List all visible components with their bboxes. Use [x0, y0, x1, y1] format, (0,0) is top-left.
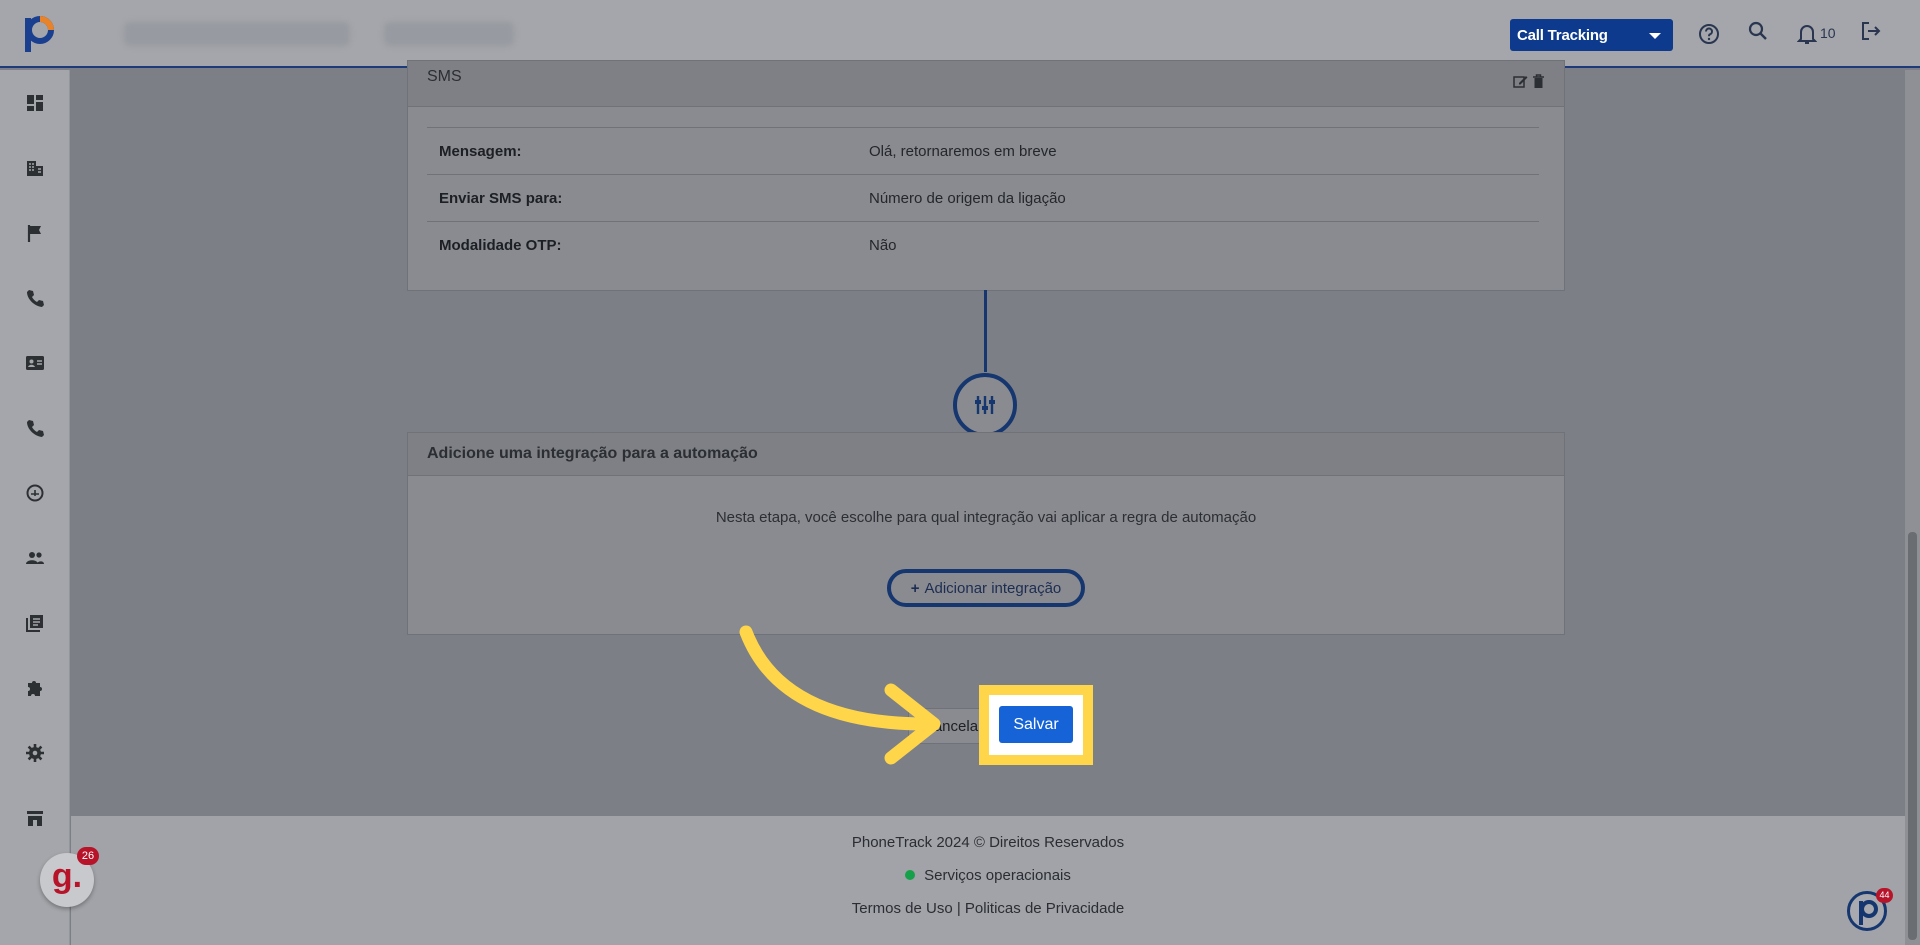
users-icon[interactable]: [25, 548, 45, 568]
gear-icon[interactable]: [25, 743, 45, 763]
contact-card-icon[interactable]: [25, 353, 45, 373]
chevron-down-icon: [1649, 33, 1661, 39]
plus-icon: +: [910, 580, 920, 597]
search-icon[interactable]: [1748, 21, 1768, 41]
chat-badge: 44: [1876, 888, 1893, 903]
save-button[interactable]: Salvar: [999, 706, 1073, 743]
phonetrack-chat-icon: [1859, 900, 1878, 925]
puzzle-icon[interactable]: [25, 678, 45, 698]
account-selector-blurred[interactable]: [124, 22, 350, 46]
sms-card-title: SMS: [427, 68, 462, 85]
flag-icon[interactable]: [25, 223, 45, 243]
integration-card-title: Adicione uma integração para a automação: [427, 445, 758, 462]
phone-icon[interactable]: [25, 288, 45, 308]
phone-call-icon[interactable]: [25, 418, 45, 438]
integration-description: Nesta etapa, você escolhe para qual inte…: [715, 509, 1257, 526]
footer-separator: |: [956, 900, 965, 917]
sms-row-send-to: Enviar SMS para: Número de origem da lig…: [427, 174, 1539, 221]
sms-row-otp: Modalidade OTP: Não: [427, 221, 1539, 268]
sms-message-value: Olá, retornaremos em breve: [869, 143, 1057, 160]
product-select-label: Call Tracking: [1517, 27, 1608, 44]
sliders-icon: [975, 396, 995, 414]
sms-row-message: Mensagem: Olá, retornaremos em breve: [427, 127, 1539, 174]
tutorial-arrow-icon: [739, 625, 941, 765]
building-icon[interactable]: [25, 158, 45, 178]
product-select[interactable]: Call Tracking: [1510, 19, 1673, 51]
sms-send-to-label: Enviar SMS para:: [439, 190, 563, 207]
trash-icon[interactable]: [1532, 74, 1545, 89]
integration-card-header: Adicione uma integração para a automação: [408, 433, 1564, 476]
top-bar: Call Tracking 10: [0, 0, 1920, 68]
store-icon[interactable]: [25, 808, 45, 828]
add-integration-label: Adicionar integração: [924, 580, 1062, 597]
status-dot-icon: [905, 870, 916, 880]
library-icon[interactable]: [25, 613, 45, 633]
sms-card: SMS Mensagem: Olá, retornaremos em breve…: [407, 60, 1565, 291]
logout-icon[interactable]: [1860, 20, 1882, 42]
bell-icon[interactable]: [1797, 23, 1817, 45]
add-integration-button[interactable]: + Adicionar integração: [887, 569, 1085, 607]
notifications-count: 10: [1820, 25, 1836, 41]
sidebar: [0, 70, 70, 945]
service-status: Serviços operacionais: [71, 867, 1905, 884]
page-scrollbar[interactable]: [1905, 70, 1920, 945]
footer-copyright: PhoneTrack 2024 © Direitos Reservados: [851, 834, 1125, 851]
terms-link[interactable]: Termos de Uso: [852, 900, 953, 917]
dashboard-icon[interactable]: [25, 93, 45, 113]
sms-send-to-value: Número de origem da ligação: [869, 190, 1066, 207]
sms-card-header: SMS: [408, 61, 1564, 107]
service-status-text: Serviços operacionais: [924, 867, 1071, 884]
footer: PhoneTrack 2024 © Direitos Reservados Se…: [71, 816, 1905, 945]
privacy-link[interactable]: Politicas de Privacidade: [965, 900, 1124, 917]
project-selector-blurred[interactable]: [384, 22, 514, 46]
integration-node: [953, 373, 1017, 437]
gauge-icon[interactable]: [25, 483, 45, 503]
flow-connector: [984, 290, 987, 372]
scrollbar-thumb[interactable]: [1908, 532, 1917, 940]
sms-message-label: Mensagem:: [439, 143, 522, 160]
help-icon[interactable]: [1698, 23, 1720, 45]
edit-icon[interactable]: [1513, 74, 1528, 89]
sms-otp-value: Não: [869, 237, 897, 254]
g-widget-badge: 26: [77, 847, 99, 865]
footer-links: Termos de Uso | Politicas de Privacidade: [71, 900, 1905, 917]
phonetrack-logo[interactable]: [22, 14, 58, 54]
sms-otp-label: Modalidade OTP:: [439, 237, 562, 254]
